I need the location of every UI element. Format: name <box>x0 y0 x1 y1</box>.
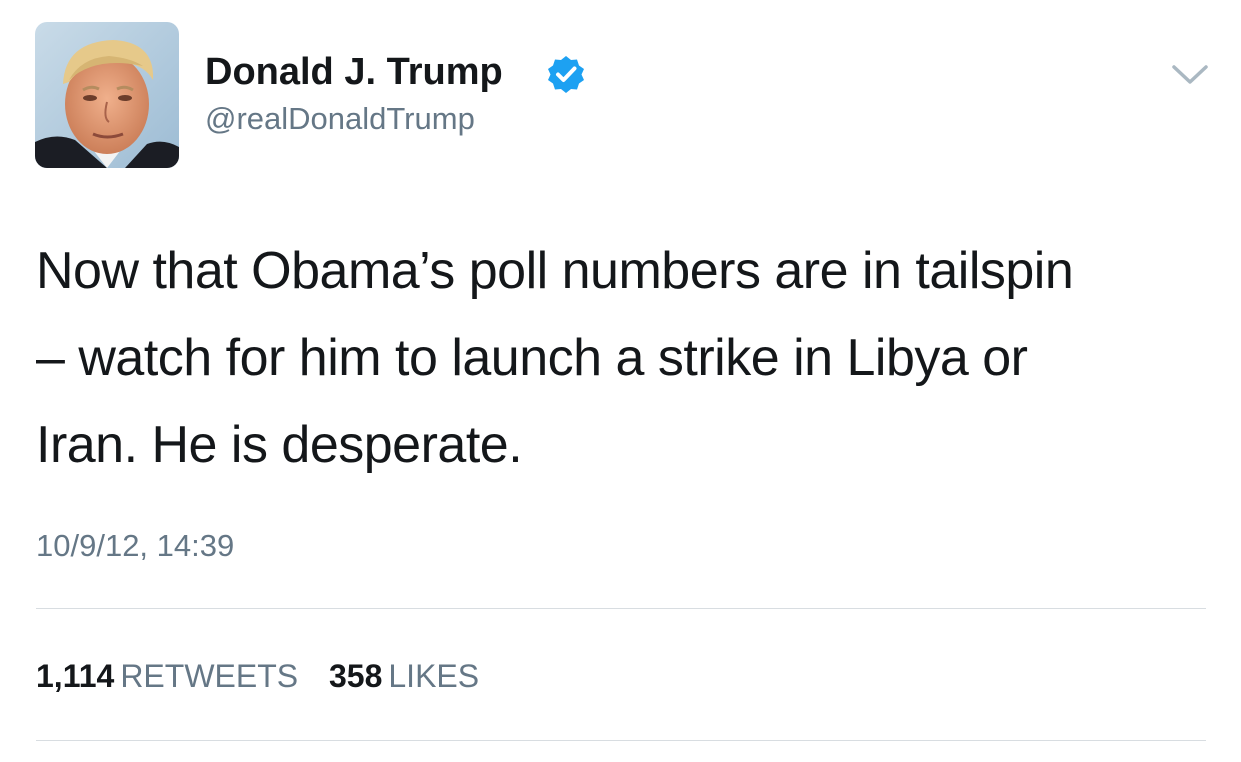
retweets-count: 1,114 <box>36 658 115 694</box>
likes-label: LIKES <box>388 658 480 694</box>
likes-count: 358 <box>328 658 383 694</box>
divider <box>36 608 1206 609</box>
divider <box>36 740 1206 741</box>
tweet-timestamp[interactable]: 10/9/12, 14:39 <box>36 527 234 565</box>
avatar[interactable] <box>35 22 179 168</box>
author-display-name[interactable]: Donald J. Trump <box>205 50 503 94</box>
profile-photo <box>35 22 179 168</box>
retweets-stat[interactable]: 1,114 RETWEETS <box>36 656 298 696</box>
tweet-stats: 1,114 RETWEETS 358 LIKES <box>36 656 501 696</box>
verified-badge-icon <box>548 56 584 93</box>
likes-stat[interactable]: 358 LIKES <box>329 656 479 696</box>
retweets-label: RETWEETS <box>120 658 299 694</box>
tweet-text: Now that Obama’s poll numbers are in tai… <box>36 242 1074 474</box>
chevron-down-icon[interactable] <box>1170 62 1210 88</box>
author-handle[interactable]: @realDonaldTrump <box>205 100 475 138</box>
